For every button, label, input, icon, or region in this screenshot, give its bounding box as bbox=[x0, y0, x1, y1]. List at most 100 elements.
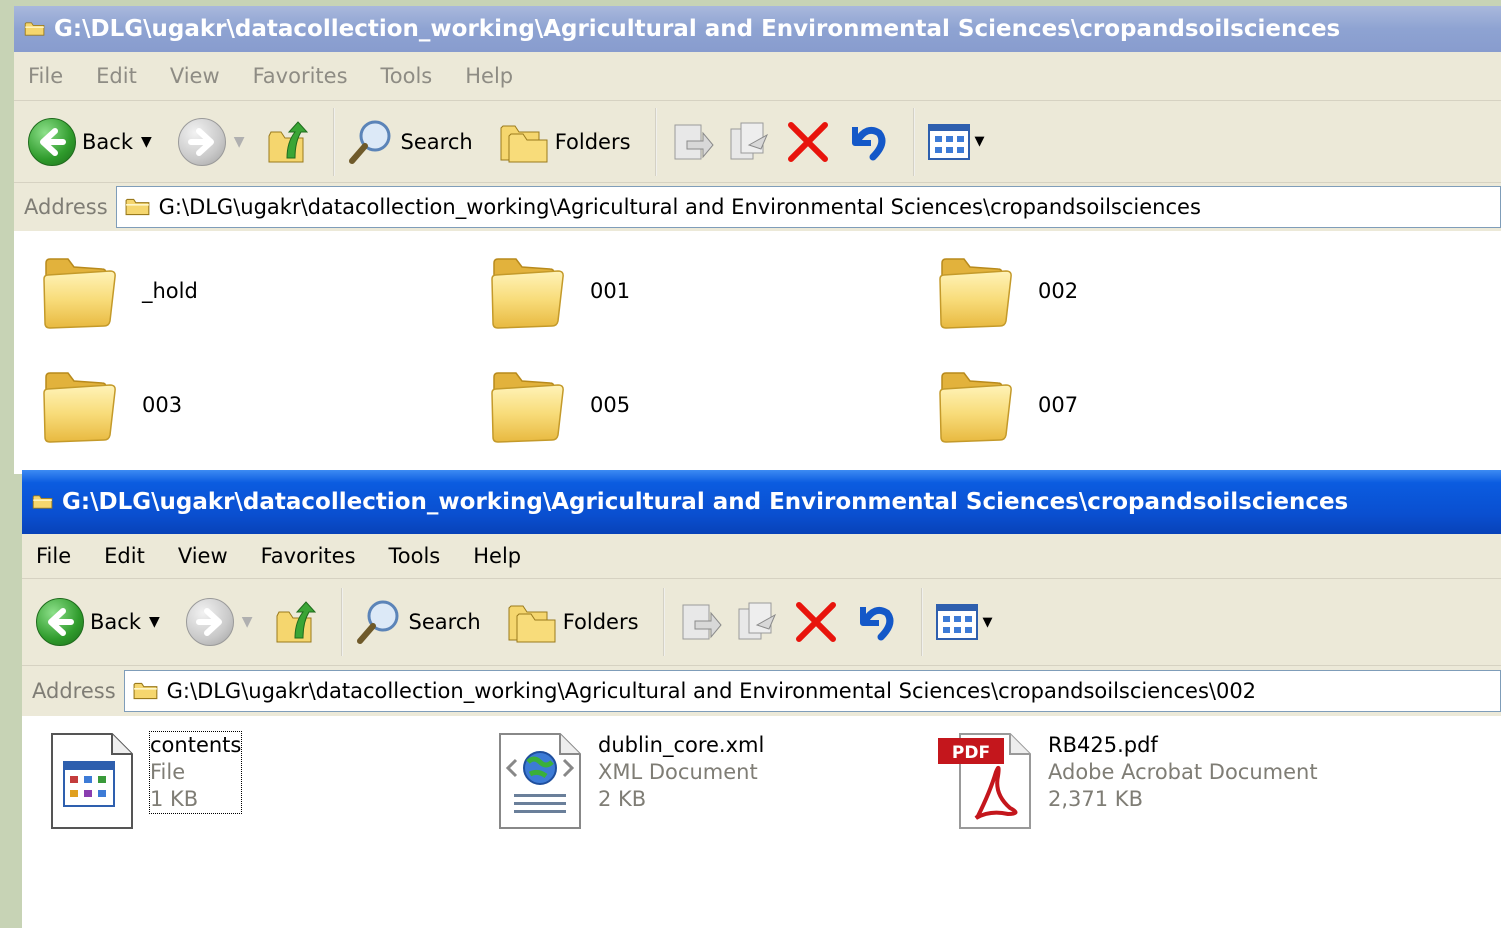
explorer-window-front[interactable]: G:\DLG\ugakr\datacollection_working\Agri… bbox=[22, 470, 1501, 928]
toolbar-separator bbox=[912, 107, 915, 176]
menu-help[interactable]: Help bbox=[465, 64, 513, 88]
file-name: contents bbox=[150, 733, 242, 757]
pdf-badge: PDF bbox=[952, 743, 990, 763]
folder-name: 005 bbox=[590, 393, 631, 417]
folder-icon bbox=[488, 367, 568, 443]
search-label: Search bbox=[408, 610, 481, 634]
application-file-icon bbox=[51, 733, 133, 829]
folder-item[interactable]: 003 bbox=[40, 367, 182, 443]
views-button[interactable]: ▼ bbox=[935, 603, 993, 641]
folder-icon bbox=[24, 21, 46, 37]
window-title: G:\DLG\ugakr\datacollection_working\Agri… bbox=[54, 16, 1341, 42]
folder-item[interactable]: 002 bbox=[936, 253, 1078, 329]
up-folder-button[interactable] bbox=[265, 118, 309, 166]
address-input[interactable]: G:\DLG\ugakr\datacollection_working\Agri… bbox=[115, 186, 1501, 228]
title-bar[interactable]: G:\DLG\ugakr\datacollection_working\Agri… bbox=[22, 470, 1501, 534]
file-item-rb425-pdf[interactable]: PDF RB425.pdf Adobe Acrobat Document 2,3… bbox=[938, 732, 1318, 830]
search-button[interactable]: Search bbox=[347, 118, 473, 166]
folder-item[interactable]: _hold bbox=[40, 253, 198, 329]
address-bar: Address G:\DLG\ugakr\datacollection_work… bbox=[22, 666, 1501, 716]
folder-item[interactable]: 007 bbox=[936, 367, 1078, 443]
search-icon bbox=[347, 118, 395, 166]
up-folder-icon bbox=[265, 118, 309, 166]
back-button[interactable]: Back ▼ bbox=[28, 117, 152, 166]
menu-view[interactable]: View bbox=[178, 544, 228, 568]
xml-document-icon bbox=[499, 733, 581, 829]
folders-button[interactable]: Folders bbox=[507, 600, 639, 644]
menu-bar: File Edit View Favorites Tools Help bbox=[14, 52, 1501, 101]
folders-label: Folders bbox=[554, 129, 631, 154]
delete-button[interactable] bbox=[793, 599, 839, 645]
file-size: 1 KB bbox=[150, 787, 199, 811]
file-item-contents[interactable]: contents File 1 KB bbox=[50, 731, 243, 830]
forward-button[interactable]: ▼ bbox=[177, 117, 245, 166]
folders-icon bbox=[507, 600, 557, 644]
menu-file[interactable]: File bbox=[36, 544, 71, 568]
undo-button[interactable] bbox=[851, 599, 897, 645]
chevron-down-icon[interactable]: ▼ bbox=[141, 134, 152, 150]
menu-file[interactable]: File bbox=[28, 64, 63, 88]
address-bar: Address G:\DLG\ugakr\datacollection_work… bbox=[14, 183, 1501, 231]
chevron-down-icon[interactable]: ▼ bbox=[149, 614, 160, 630]
file-type: File bbox=[150, 760, 186, 784]
delete-button[interactable] bbox=[785, 119, 831, 165]
menu-edit[interactable]: Edit bbox=[96, 64, 137, 88]
folder-name: 002 bbox=[1038, 279, 1079, 303]
up-folder-icon bbox=[273, 598, 317, 646]
folder-icon bbox=[936, 367, 1016, 443]
folder-name: 007 bbox=[1038, 393, 1079, 417]
move-to-button[interactable] bbox=[677, 599, 723, 645]
toolbar: Back ▼ ▼ Search Folders ▼ bbox=[14, 101, 1501, 183]
views-button[interactable]: ▼ bbox=[927, 123, 985, 161]
folder-item[interactable]: 005 bbox=[488, 367, 630, 443]
forward-button[interactable]: ▼ bbox=[185, 598, 253, 646]
folder-icon bbox=[40, 253, 120, 329]
toolbar: Back ▼ ▼ Search Folders ▼ bbox=[22, 579, 1501, 666]
address-input[interactable]: G:\DLG\ugakr\datacollection_working\Agri… bbox=[123, 670, 1501, 712]
toolbar-separator bbox=[654, 107, 657, 176]
search-button[interactable]: Search bbox=[355, 598, 481, 646]
undo-icon bbox=[851, 599, 897, 645]
back-label: Back bbox=[82, 129, 133, 154]
back-arrow-icon bbox=[28, 117, 76, 166]
file-details: dublin_core.xml XML Document 2 KB bbox=[598, 732, 764, 813]
explorer-window-back[interactable]: G:\DLG\ugakr\datacollection_working\Agri… bbox=[14, 6, 1501, 474]
menu-help[interactable]: Help bbox=[473, 544, 521, 568]
copy-to-icon bbox=[735, 599, 781, 645]
file-size: 2,371 KB bbox=[1048, 787, 1143, 811]
menu-favorites[interactable]: Favorites bbox=[261, 544, 356, 568]
menu-edit[interactable]: Edit bbox=[104, 544, 145, 568]
title-bar[interactable]: G:\DLG\ugakr\datacollection_working\Agri… bbox=[14, 6, 1501, 52]
folders-label: Folders bbox=[562, 610, 639, 634]
menu-tools[interactable]: Tools bbox=[381, 64, 433, 88]
move-to-icon bbox=[669, 119, 715, 165]
folder-icon bbox=[488, 253, 568, 329]
menu-favorites[interactable]: Favorites bbox=[253, 64, 348, 88]
chevron-down-icon[interactable]: ▼ bbox=[234, 134, 245, 150]
address-label: Address bbox=[24, 195, 108, 219]
forward-arrow-icon bbox=[177, 117, 226, 166]
file-item-dublin-core[interactable]: dublin_core.xml XML Document 2 KB bbox=[498, 732, 764, 830]
move-to-button[interactable] bbox=[669, 119, 715, 165]
undo-button[interactable] bbox=[843, 119, 889, 165]
folders-button[interactable]: Folders bbox=[499, 120, 631, 164]
folder-item[interactable]: 001 bbox=[488, 253, 630, 329]
copy-to-button[interactable] bbox=[735, 599, 781, 645]
chevron-down-icon: ▼ bbox=[982, 614, 993, 630]
folder-icon bbox=[125, 197, 151, 217]
file-size: 2 KB bbox=[598, 787, 647, 811]
delete-icon bbox=[793, 599, 839, 645]
up-folder-button[interactable] bbox=[273, 598, 317, 646]
folder-name: 003 bbox=[142, 393, 183, 417]
views-icon bbox=[927, 123, 975, 161]
copy-to-button[interactable] bbox=[727, 119, 773, 165]
pdf-document-icon: PDF bbox=[938, 733, 1031, 829]
back-button[interactable]: Back ▼ bbox=[36, 598, 160, 646]
menu-view[interactable]: View bbox=[170, 64, 220, 88]
back-label: Back bbox=[90, 610, 141, 634]
move-to-icon bbox=[677, 599, 723, 645]
file-details: RB425.pdf Adobe Acrobat Document 2,371 K… bbox=[1048, 732, 1318, 813]
folder-icon bbox=[40, 367, 120, 443]
chevron-down-icon[interactable]: ▼ bbox=[242, 614, 253, 630]
menu-tools[interactable]: Tools bbox=[389, 544, 441, 568]
